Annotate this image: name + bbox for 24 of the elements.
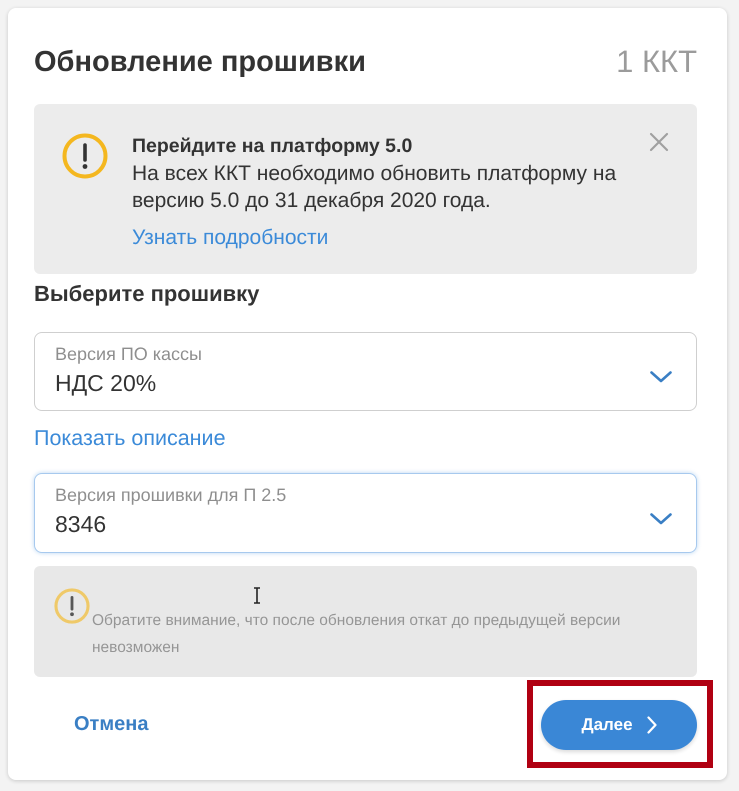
dialog-title: Обновление прошивки [34, 45, 366, 79]
warning-icon [62, 133, 108, 179]
select-field[interactable]: Версия ПО кассы НДС 20% [34, 332, 697, 412]
close-button[interactable] [649, 132, 669, 152]
field-label: Версия ПО кассы [55, 344, 202, 364]
cancel-link[interactable]: Отмена [74, 710, 148, 737]
field-value: НДС 20% [55, 368, 156, 397]
chevron-right-icon [646, 716, 657, 734]
warning-icon [54, 588, 90, 624]
notice-text: На всех ККТ необходимо обновить платформу на версию 5.0 до 31 декабря 2020 года. [132, 161, 618, 214]
next-button[interactable]: Далее [541, 700, 697, 750]
select-field[interactable]: Версия прошивки для П 2.5 8346 [34, 473, 697, 554]
text-cursor-icon [252, 587, 262, 604]
section-title: Выберите прошивку [34, 280, 260, 307]
chevron-down-icon [650, 512, 672, 525]
details-link[interactable]: Узнать подробности [132, 225, 328, 251]
notice-title: Перейдите на платформу 5.0 [132, 134, 412, 159]
close-icon [649, 132, 669, 152]
note-text: Обратите внимание, что после обновления откат до предыдущей версии невозможен [92, 611, 622, 658]
device-count: 1 ККТ [616, 45, 697, 79]
field-label: Версия прошивки для П 2.5 [55, 485, 286, 506]
show-description-link[interactable]: Показать описание [34, 425, 226, 452]
field-value: 8346 [55, 510, 106, 538]
chevron-down-icon [650, 371, 672, 384]
